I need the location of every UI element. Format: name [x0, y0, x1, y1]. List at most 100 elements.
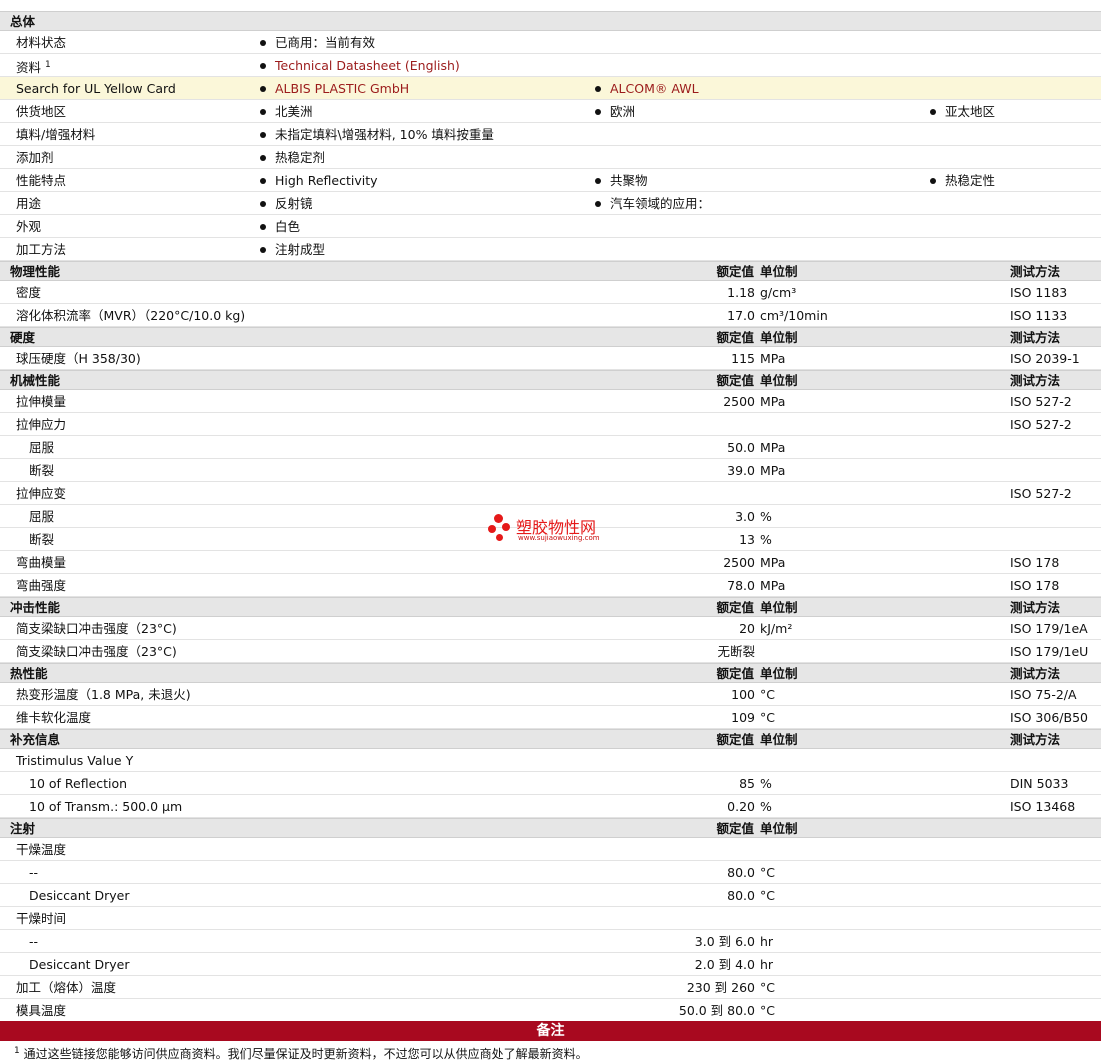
row-value: 2500 [723, 555, 755, 570]
row-tensile-modulus: 拉伸模量 2500 MPa ISO 527-2 [0, 390, 1101, 413]
row-label: 模具温度 [16, 1003, 67, 1018]
row-test-method: ISO 1183 [1010, 285, 1068, 300]
section-physical-header: 物理性能 额定值 单位制 测试方法 [0, 261, 1101, 281]
row-value: 北美洲 [275, 104, 313, 119]
row-test-method: ISO 1133 [1010, 308, 1068, 323]
col-header-unit: 单位制 [760, 732, 798, 747]
col-header-rated: 额定值 [716, 264, 754, 279]
row-value: 2.0 到 4.0 [694, 957, 755, 972]
row-unit: MPa [760, 578, 786, 593]
row-test-method: ISO 306/B50 [1010, 710, 1088, 725]
bullet-icon [930, 108, 936, 115]
row-label: -- [29, 934, 39, 949]
ul-product-link[interactable]: ALCOM® AWL [610, 81, 699, 96]
row-drying-temp: 干燥温度 [0, 838, 1101, 861]
col-header-unit: 单位制 [760, 264, 798, 279]
row-value: 80.0 [727, 888, 755, 903]
row-label: 材料状态 [16, 35, 67, 50]
row-hdt: 热变形温度（1.8 MPa, 未退火) 100 °C ISO 75-2/A [0, 683, 1101, 706]
row-label: 填料/增强材料 [16, 127, 96, 142]
bullet-icon [930, 177, 936, 184]
row-value: 欧洲 [610, 104, 636, 119]
row-value: 1.18 [727, 285, 755, 300]
row-tensile-stress-break: 断裂 39.0 MPa [0, 459, 1101, 482]
row-test-method: DIN 5033 [1010, 776, 1069, 791]
col-header-rated: 额定值 [716, 821, 754, 836]
row-density: 密度 1.18 g/cm³ ISO 1183 [0, 281, 1101, 304]
row-appearance: 外观 白色 [0, 215, 1101, 238]
watermark-url: www.sujiaowuxing.com [518, 534, 600, 542]
footnote-text: 通过这些链接您能够访问供应商资料。我们尽量保证及时更新资料，不过您可以从供应商处… [23, 1047, 588, 1061]
section-title: 热性能 [10, 666, 48, 681]
row-value: 2500 [723, 394, 755, 409]
row-test-method: ISO 179/1eA [1010, 621, 1088, 636]
row-test-method: ISO 75-2/A [1010, 687, 1077, 702]
footnote: 1 通过这些链接您能够访问供应商资料。我们尽量保证及时更新资料，不过您可以从供应… [14, 1045, 588, 1062]
row-supply-region: 供货地区 北美洲 欧洲 亚太地区 [0, 100, 1101, 123]
row-label: 外观 [16, 219, 42, 234]
row-label: 弯曲模量 [16, 555, 67, 570]
row-unit: °C [760, 687, 775, 702]
col-header-unit: 单位制 [760, 600, 798, 615]
section-title: 物理性能 [10, 264, 61, 279]
row-label: 性能特点 [16, 173, 67, 188]
row-label: 用途 [16, 196, 42, 211]
technical-datasheet-link[interactable]: Technical Datasheet (English) [275, 58, 460, 73]
row-test-method: ISO 178 [1010, 578, 1060, 593]
row-label: 添加剂 [16, 150, 54, 165]
row-value: 50.0 [727, 440, 755, 455]
row-label: 简支梁缺口冲击强度（23°C) [16, 621, 177, 636]
col-header-rated: 额定值 [716, 600, 754, 615]
bullet-icon [595, 177, 601, 184]
ul-supplier-link[interactable]: ALBIS PLASTIC GmbH [275, 81, 409, 96]
section-title: 机械性能 [10, 373, 61, 388]
row-drying-time-default: -- 3.0 到 6.0 hr [0, 930, 1101, 953]
col-header-rated: 额定值 [716, 666, 754, 681]
row-label: 10 of Transm.: 500.0 µm [29, 799, 183, 814]
row-value: 85 [739, 776, 755, 791]
row-label: Tristimulus Value Y [16, 753, 134, 768]
row-unit: °C [760, 865, 775, 880]
row-value: High Reflectivity [275, 173, 378, 188]
row-label: 供货地区 [16, 104, 67, 119]
section-title: 冲击性能 [10, 600, 61, 615]
logo-dot-icon [502, 523, 510, 531]
notes-header: 备注 [0, 1021, 1101, 1041]
bullet-icon [260, 39, 266, 46]
row-tensile-stress: 拉伸应力 ISO 527-2 [0, 413, 1101, 436]
row-label: 简支梁缺口冲击强度（23°C) [16, 644, 177, 659]
col-header-test: 测试方法 [1010, 330, 1061, 345]
row-unit: cm³/10min [760, 308, 828, 323]
row-unit: hr [760, 934, 774, 949]
col-header-unit: 单位制 [760, 666, 798, 681]
row-value: 78.0 [727, 578, 755, 593]
section-title: 注射 [10, 821, 36, 836]
row-tensile-strain: 拉伸应变 ISO 527-2 [0, 482, 1101, 505]
row-tristimulus: Tristimulus Value Y [0, 749, 1101, 772]
row-melt-temp: 加工（熔体）温度 230 到 260 °C [0, 976, 1101, 999]
bullet-icon [260, 177, 266, 184]
bullet-icon [260, 85, 266, 92]
row-label: 屈服 [29, 440, 55, 455]
row-value: 50.0 到 80.0 [678, 1003, 755, 1018]
row-value: 未指定填料\增强材料, 10% 填料按重量 [275, 127, 494, 142]
col-header-test: 测试方法 [1010, 666, 1061, 681]
row-value: 13 [739, 532, 755, 547]
row-charpy-unnotched: 简支梁缺口冲击强度（23°C) 无断裂 ISO 179/1eU [0, 640, 1101, 663]
row-label: 溶化体积流率（MVR）（220°C/10.0 kg) [16, 308, 246, 323]
row-label: 加工（熔体）温度 [16, 980, 117, 995]
bullet-icon [595, 108, 601, 115]
row-label: 加工方法 [16, 242, 67, 257]
row-ball-hardness: 球压硬度（H 358/30) 115 MPa ISO 2039-1 [0, 347, 1101, 370]
bullet-icon [260, 108, 266, 115]
col-header-rated: 额定值 [716, 373, 754, 388]
col-header-test: 测试方法 [1010, 732, 1061, 747]
bullet-icon [260, 223, 266, 230]
row-vicat: 维卡软化温度 109 °C ISO 306/B50 [0, 706, 1101, 729]
row-test-method: ISO 527-2 [1010, 417, 1072, 432]
row-value: 109 [731, 710, 755, 725]
row-label: 干燥时间 [16, 911, 67, 926]
row-label: 断裂 [29, 532, 55, 547]
col-header-test: 测试方法 [1010, 373, 1061, 388]
row-unit: MPa [760, 351, 786, 366]
